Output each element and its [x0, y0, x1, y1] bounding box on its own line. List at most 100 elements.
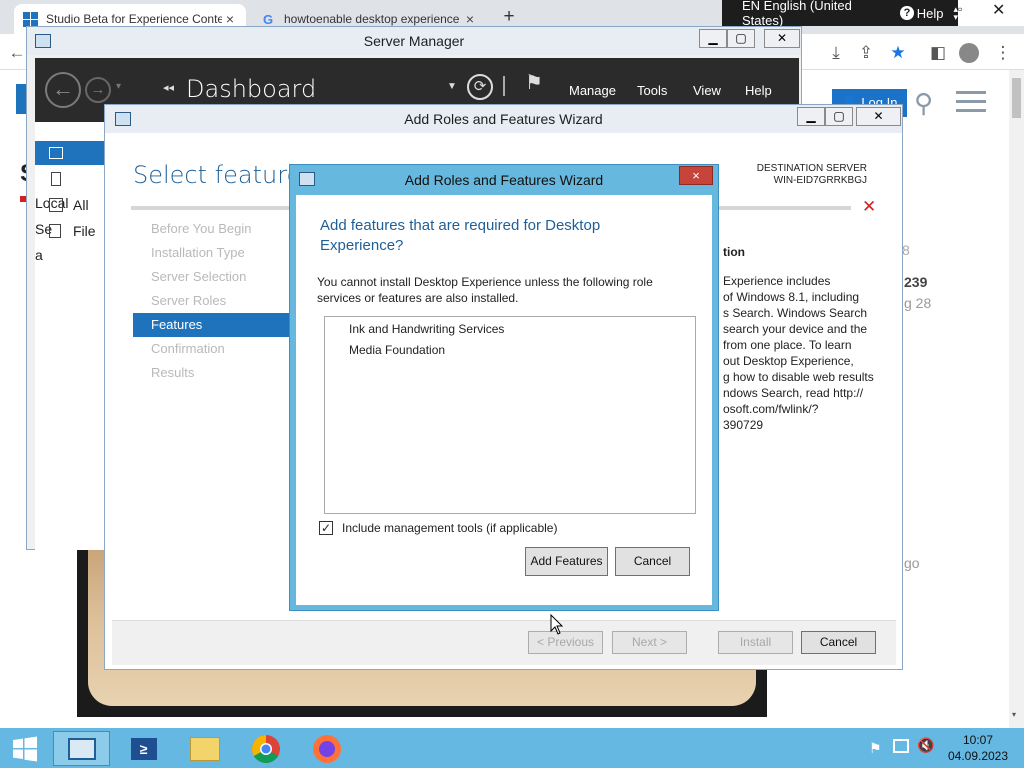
step-installation-type[interactable]: Installation Type	[133, 241, 289, 265]
menu-view[interactable]: View	[693, 83, 721, 98]
close-icon[interactable]: ✕	[992, 0, 1005, 20]
cancel-button[interactable]: Cancel	[801, 631, 876, 654]
download-icon[interactable]: ⤓	[823, 40, 849, 66]
destination-server-label: DESTINATION SERVER	[756, 163, 867, 174]
file-services-icon	[49, 224, 61, 238]
taskbar-powershell[interactable]: ≥	[115, 731, 172, 766]
description-line[interactable]: 390729	[723, 417, 888, 433]
description-line: search your device and the	[723, 322, 868, 336]
nav-item-all-servers[interactable]: All Se	[35, 193, 105, 237]
add-features-button[interactable]: Add Features	[525, 547, 608, 576]
destination-server-block: DESTINATION SERVER WIN-EID7GRRKBGJ	[712, 163, 867, 187]
hamburger-menu-icon[interactable]	[956, 91, 986, 113]
clock-date: 04.09.2023	[947, 749, 1009, 763]
required-features-list[interactable]: Ink and Handwriting Services Media Found…	[324, 316, 696, 514]
nav-item-dashboard[interactable]: Dash	[35, 141, 105, 185]
close-icon[interactable]: ×	[222, 11, 238, 27]
menu-manage[interactable]: Manage	[569, 83, 616, 98]
back-arrow-icon[interactable]: ←	[45, 72, 81, 108]
dialog-body: Add features that are required for Deskt…	[296, 195, 712, 605]
close-button[interactable]: ✕	[764, 29, 800, 48]
forward-arrow-icon[interactable]: →	[85, 77, 111, 103]
step-before-you-begin[interactable]: Before You Begin	[133, 217, 289, 241]
taskbar-chrome[interactable]	[237, 731, 294, 766]
minimize-button[interactable]: ▁	[797, 107, 825, 126]
maximize-button[interactable]: ▢	[825, 107, 853, 126]
wizard-heading: Select features	[133, 161, 314, 189]
action-center-flag-icon[interactable]: ⚑	[869, 740, 882, 757]
dialog-close-button[interactable]: ×	[679, 166, 713, 185]
search-icon[interactable]: ⚲	[914, 88, 944, 118]
next-button[interactable]: Next >	[612, 631, 687, 654]
include-tools-label[interactable]: Include management tools (if applicable)	[342, 521, 557, 535]
taskbar-firefox[interactable]	[298, 731, 355, 766]
language-bar: EN English (United States) ? Help ▴ ▾	[722, 0, 958, 28]
window-title: Server Manager	[363, 33, 465, 49]
breadcrumb-dashboard: Dashboard	[186, 75, 317, 103]
taskbar-file-explorer[interactable]	[176, 731, 233, 766]
restore-icon[interactable]: ▫	[958, 2, 962, 16]
step-results[interactable]: Results	[133, 361, 289, 385]
language-label[interactable]: EN English (United States)	[742, 0, 890, 28]
profile-avatar-icon[interactable]	[959, 43, 979, 63]
network-icon[interactable]	[893, 739, 909, 753]
dialog-cancel-button[interactable]: Cancel	[615, 547, 690, 576]
tab-title: Studio Beta for Experience Conte	[46, 12, 222, 26]
step-features[interactable]: Features	[133, 313, 289, 337]
windows-logo-icon	[13, 736, 37, 761]
powershell-icon: ≥	[130, 737, 157, 760]
maximize-button[interactable]: ▢	[727, 29, 755, 48]
menu-help[interactable]: Help	[745, 83, 772, 98]
history-dropdown-icon[interactable]: ▾	[116, 81, 121, 92]
close-button[interactable]: ✕	[856, 107, 901, 126]
previous-button[interactable]: < Previous	[528, 631, 603, 654]
description-line: s Search. Windows Search	[723, 306, 868, 320]
minimize-button[interactable]: ▁	[699, 29, 727, 48]
volume-muted-icon[interactable]: 🔇	[917, 737, 934, 754]
page-scrollbar[interactable]: ▾	[1009, 70, 1024, 728]
description-line[interactable]: osoft.com/fwlink/?	[723, 401, 888, 417]
header-divider	[503, 76, 505, 96]
close-icon[interactable]: ×	[462, 11, 478, 27]
background-text: go	[904, 555, 920, 571]
include-tools-checkbox[interactable]: ✓	[319, 521, 333, 535]
description-line[interactable]: ndows Search, read http://	[723, 385, 888, 401]
google-logo-icon: G	[262, 11, 274, 27]
nav-item-local-server[interactable]: Local	[35, 167, 105, 211]
system-clock[interactable]: 10:07 04.09.2023	[940, 732, 1016, 764]
browser-window-controls: ▫ ✕	[958, 0, 1024, 26]
background-number: 8	[902, 242, 910, 258]
feature-description: Experience includes of Windows 8.1, incl…	[723, 273, 888, 433]
chrome-icon	[251, 734, 280, 763]
install-button[interactable]: Install	[718, 631, 793, 654]
refresh-icon[interactable]: ⟳	[467, 74, 493, 100]
notifications-flag-icon[interactable]: ⚑	[525, 70, 543, 95]
wizard-steps: Before You Begin Installation Type Serve…	[133, 217, 289, 385]
menu-tools[interactable]: Tools	[637, 83, 667, 98]
step-server-selection[interactable]: Server Selection	[133, 265, 289, 289]
wizard-titlebar: Add Roles and Features Wizard ▁ ▢ ✕	[105, 105, 902, 133]
help-label[interactable]: Help	[917, 6, 944, 21]
step-confirmation[interactable]: Confirmation	[133, 337, 289, 361]
share-icon[interactable]: ⇪	[853, 40, 879, 66]
nav-item-file-services[interactable]: File a	[35, 219, 105, 263]
side-panel-icon[interactable]: ◧	[925, 40, 951, 66]
list-item: Ink and Handwriting Services	[349, 322, 505, 336]
bookmark-star-icon[interactable]: ★	[885, 40, 911, 66]
new-tab-button[interactable]: +	[498, 6, 520, 28]
taskbar-server-manager[interactable]	[53, 731, 110, 766]
breadcrumb-arrows-icon: ◂◂	[163, 82, 175, 94]
start-button[interactable]	[0, 731, 50, 766]
more-menu-icon[interactable]: ⋮	[990, 40, 1016, 66]
folder-icon	[189, 736, 220, 761]
window-title: Add Roles and Features Wizard	[404, 111, 603, 127]
error-x-icon: ✕	[862, 197, 877, 216]
description-line: Experience includes	[723, 274, 831, 288]
breadcrumb-dropdown-icon[interactable]: ▼	[447, 81, 457, 92]
dialog-title: Add Roles and Features Wizard	[404, 172, 604, 188]
microsoft-logo-icon	[22, 11, 38, 27]
step-server-roles[interactable]: Server Roles	[133, 289, 289, 313]
dashboard-icon	[49, 147, 63, 159]
description-line: of Windows 8.1, including	[723, 290, 860, 304]
description-line: out Desktop Experience,	[723, 354, 854, 368]
